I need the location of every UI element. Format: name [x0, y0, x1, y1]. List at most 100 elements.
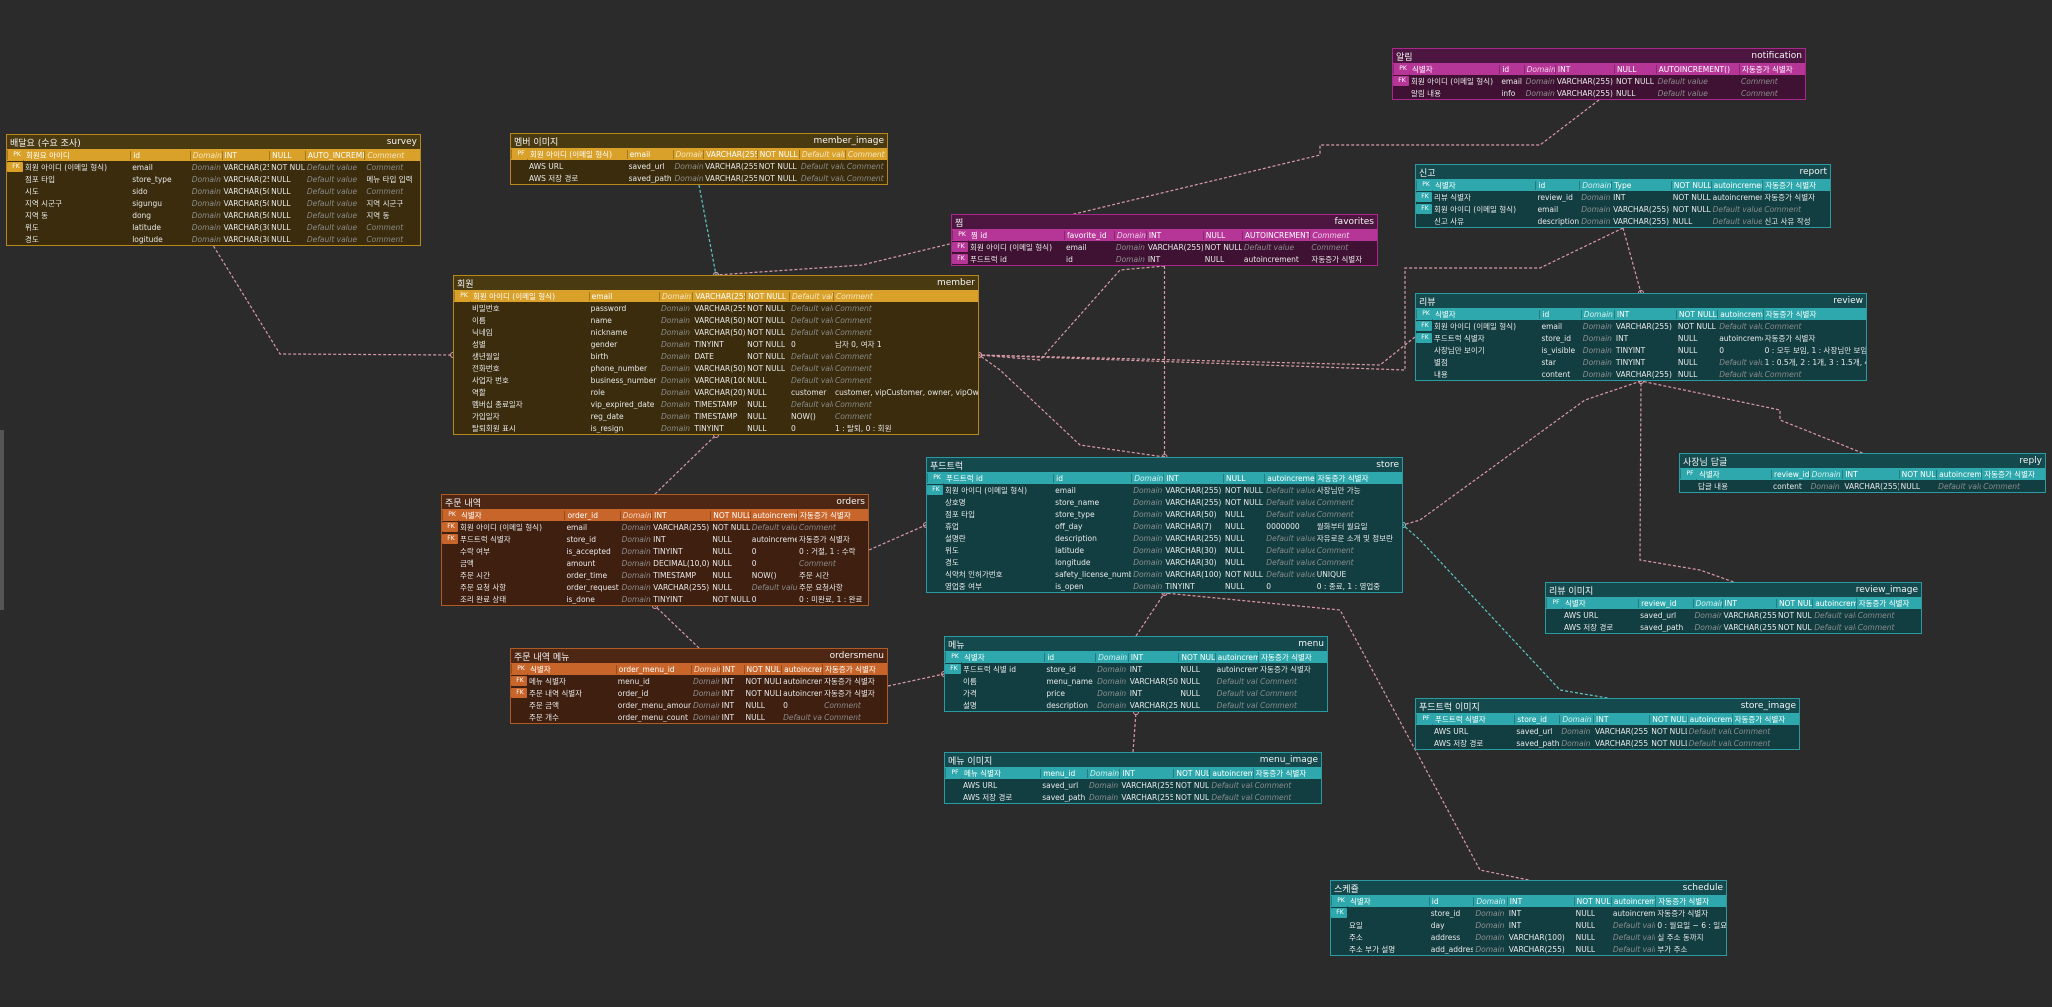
table-row[interactable]: 이름 menu_name Domain VARCHAR(50) NULL Default … — [945, 675, 1327, 687]
table-header[interactable]: 멤버 이미지 member_image — [511, 134, 887, 148]
table-row[interactable]: FK회원 아이디 (이메일 형식)emailDomainVARCHAR(255)… — [927, 484, 1402, 496]
table-row[interactable]: FK회원 아이디 (이메일 형식)emailDomainVARCHAR(255)… — [1416, 203, 1830, 215]
table-row[interactable]: 성별 gender Domain TINYINT NOT NULL 0 남자 0, 여자 1 — [454, 338, 978, 350]
table-row[interactable]: PF식별자review_idDomainINTNOT NULLautoincre… — [1546, 597, 1921, 609]
table-row[interactable]: FK회원 아이디 (이메일 형식)emailDomainVARCHAR(255)… — [442, 521, 868, 533]
table-row[interactable]: 멤버십 종료일자 vip_expired_date Domain TIMESTAMP N… — [454, 398, 978, 410]
table-row[interactable]: FK회원 아이디 (이메일 형식)emailDomainVARCHAR(255)… — [1416, 320, 1866, 332]
table-row[interactable]: 가입일자 reg_date Domain TIMESTAMP NULL NOW() Comm… — [454, 410, 978, 422]
table-row[interactable]: 주문 시간 order_time Domain TIMESTAMP NULL NOW() 주… — [442, 569, 868, 581]
relation-menu-store[interactable] — [1135, 592, 1166, 637]
table-row[interactable]: 이름 name Domain VARCHAR(50) NOT NULL Default v… — [454, 314, 978, 326]
table-row[interactable]: 탈퇴회원 표시 is_resign Domain TINYINT NULL 0 1 : 탈퇴… — [454, 422, 978, 434]
table-store[interactable]: 푸드트럭 store PK 푸드트럭 id id Domain INT NULL autoinc… — [926, 457, 1403, 593]
table-row[interactable]: 조리 완료 상태 is_done Domain TINYINT NOT NULL 0 0 :… — [442, 593, 868, 605]
relation-survey-member[interactable] — [212, 245, 454, 356]
table-row[interactable]: PF메뉴 식별자menu_idDomainINTNOT NULLautoincr… — [945, 767, 1321, 779]
table-row[interactable]: 가격 price DomainINT NULL Default valueComment — [945, 687, 1327, 699]
table-row[interactable]: FK 리뷰 식별자 review_id Domain INT NOT NULL autoin… — [1416, 191, 1830, 203]
table-row[interactable]: FK회원 아이디 (이메일 형식)emailDomainVARCHAR(255)… — [1393, 75, 1805, 87]
table-row[interactable]: AWS 저장 경로 saved_path Domain VARCHAR(255) NOT… — [945, 791, 1321, 803]
table-row[interactable]: 점포 타입 store_type Domain VARCHAR(50) NULL Defa… — [927, 508, 1402, 520]
table-row[interactable]: FK 주문 내역 식별자 order_id Domain INT NOT NULL auto… — [511, 687, 887, 699]
table-row[interactable]: PK회원 아이디 (이메일 형식)emailDomainVARCHAR(255)… — [454, 290, 978, 302]
table-row[interactable]: 상호명 store_name Domain VARCHAR(255) NOT NULL D… — [927, 496, 1402, 508]
table-row[interactable]: 수락 여부 is_accepted Domain TINYINT NULL 0 0 : 거절… — [442, 545, 868, 557]
table-row[interactable]: 비밀번호 password Domain VARCHAR(255) NOT NULL De… — [454, 302, 978, 314]
table-row[interactable]: 내용 content Domain VARCHAR(255) NULL Default v… — [1416, 368, 1866, 380]
table-row[interactable]: AWS URL saved_url Domain VARCHAR(255) NOT NU… — [1416, 725, 1799, 737]
relation-menu_image-menu[interactable] — [1132, 711, 1137, 753]
table-row[interactable]: FK 푸드트럭 식별자 store_id Domain INT NULL autoincre… — [1416, 332, 1866, 344]
table-schedule[interactable]: 스케쥴 schedule PK 식별자 id Domain INT NOT NULL autoi… — [1330, 880, 1727, 956]
table-header[interactable]: 메뉴 이미지 menu_image — [945, 753, 1321, 767]
table-row[interactable]: 금액 amount Domain DECIMAL(10,0) NULL 0 Comment — [442, 557, 868, 569]
table-orders[interactable]: 주문 내역 orders PK 식별자 order_id Domain INT NOT NUL… — [441, 494, 869, 606]
table-row[interactable]: 주문 요청 사항 order_request Domain VARCHAR(255) N… — [442, 581, 868, 593]
left-scroll-indicator[interactable] — [0, 430, 4, 610]
relation-favorites-member[interactable] — [978, 265, 1165, 361]
table-row[interactable]: 알림 내용 info Domain VARCHAR(255) NULL Default v… — [1393, 87, 1805, 99]
table-header[interactable]: 스케쥴 schedule — [1331, 881, 1726, 895]
table-row[interactable]: 시도 sido DomainVARCHAR(50)NULL Default value… — [7, 185, 420, 197]
table-header[interactable]: 푸드트럭 이미지 store_image — [1416, 699, 1799, 713]
table-row[interactable]: 위도 latitude DomainVARCHAR(30)NULL Default v… — [7, 221, 420, 233]
table-row[interactable]: 영업중 여부 is_open Domain TINYINT NULL 0 0 : 종료, 1… — [927, 580, 1402, 592]
relation-report-review[interactable] — [1622, 227, 1642, 294]
table-row[interactable]: PK 식별자 id Domain INT NULL AUTOINCREMENT() 자동증가 … — [1393, 63, 1805, 75]
table-row[interactable]: FK회원 아이디 (이메일 형식)emailDomainVARCHAR(255)… — [952, 241, 1377, 253]
table-row[interactable]: 지역 시군구 sigungu DomainVARCHAR(50)NULL Defaul… — [7, 197, 420, 209]
table-row[interactable]: AWS URL saved_url Domain VARCHAR(255) NOT NU… — [1546, 609, 1921, 621]
table-report[interactable]: 신고 report PK 식별자 id Domain Type NOT NULL autoinc… — [1415, 164, 1831, 228]
relation-ordersmenu-orders[interactable] — [654, 605, 700, 649]
table-notification[interactable]: 알림 notification PK 식별자 id Domain INT NULL AUTOIN… — [1392, 48, 1806, 100]
table-header[interactable]: 리뷰 이미지 review_image — [1546, 583, 1921, 597]
table-row[interactable]: 주문 개수 order_menu_count Domain INT NULL Defaul… — [511, 711, 887, 723]
table-row[interactable]: FK회원 아이디 (이메일 형식)emailDomainVARCHAR(255)… — [7, 161, 420, 173]
relation-store-member[interactable] — [978, 354, 1165, 458]
table-header[interactable]: 푸드트럭 store — [927, 458, 1402, 472]
table-row[interactable]: 사장님만 보이기 is_visible Domain TINYINT NULL 0 0 : … — [1416, 344, 1866, 356]
table-ordersmenu[interactable]: 주문 내역 메뉴 ordersmenu PK 식별자 order_menu_id Doma… — [510, 648, 888, 724]
table-row[interactable]: PK푸드트럭 ididDomainINTNULLautoincrement자동증… — [927, 472, 1402, 484]
relation-reply-review[interactable] — [1640, 380, 1863, 454]
table-row[interactable]: FK 푸드트럭 식별자 store_id Domain INT NULL autoincre… — [442, 533, 868, 545]
table-row[interactable]: 사업자 번호 business_number Domain VARCHAR(100) N… — [454, 374, 978, 386]
table-row[interactable]: 별점 star DomainTINYINT NULL Default value1 : … — [1416, 356, 1866, 368]
relation-orders-store[interactable] — [868, 524, 927, 551]
table-row[interactable]: 역할 role Domain VARCHAR(20) NULL customer custo… — [454, 386, 978, 398]
table-row[interactable]: PK식별자idDomainINTNOT NULLautoincrement자동증… — [1416, 308, 1866, 320]
table-row[interactable]: 설명 description DomainVARCHAR(255)NULL Defau… — [945, 699, 1327, 711]
table-header[interactable]: 찜 favorites — [952, 215, 1377, 229]
table-row[interactable]: FK store_id DomainINT NULL autoincrement자동증가… — [1331, 907, 1726, 919]
table-survey[interactable]: 배달요 (수요 조사) survey PK 회원요 아이디 id Domain INT NUL… — [6, 134, 421, 246]
table-reply[interactable]: 사장님 답글 reply PF 식별자 review_id Domain INT NOT NU… — [1679, 453, 2046, 493]
table-row[interactable]: AWS 저장 경로 saved_path Domain VARCHAR(255) NOT… — [1416, 737, 1799, 749]
table-header[interactable]: 신고 report — [1416, 165, 1830, 179]
table-row[interactable]: PK식별자idDomainINTNOT NULLautoincrement자동증… — [945, 651, 1327, 663]
table-menu[interactable]: 메뉴menuPK식별자idDomainINTNOT NULLautoincrem… — [944, 636, 1328, 712]
table-row[interactable]: 요일 day DomainINT NULL Default value0 : 월요일 ~… — [1331, 919, 1726, 931]
table-row[interactable]: 경도 longitude Domain VARCHAR(30) NULL Default … — [927, 556, 1402, 568]
table-header[interactable]: 알림 notification — [1393, 49, 1805, 63]
table-header[interactable]: 사장님 답글 reply — [1680, 454, 2045, 468]
table-review[interactable]: 리뷰 review PK 식별자 id Domain INT NOT NULL autoincr… — [1415, 293, 1867, 381]
table-row[interactable]: PK회원요 아이디idDomainINTNULLAUTO_INCREMENTCo… — [7, 149, 420, 161]
table-favorites[interactable]: 찜 favorites PK 찜 id favorite_id Domain INT NULL… — [951, 214, 1378, 266]
erd-canvas[interactable]: 배달요 (수요 조사) survey PK 회원요 아이디 id Domain INT NUL… — [0, 0, 2052, 1007]
table-row[interactable]: 신고 사유 description Domain VARCHAR(255) NULL De… — [1416, 215, 1830, 227]
table-row[interactable]: AWS 저장 경로 saved_path Domain VARCHAR(255) NOT… — [511, 172, 887, 184]
table-review_image[interactable]: 리뷰 이미지review_imagePF식별자review_idDomainIN… — [1545, 582, 1922, 634]
table-member[interactable]: 회원 member PK 회원 아이디 (이메일 형식) email Domain VARC… — [453, 275, 979, 435]
table-row[interactable]: 주문 금액 order_menu_amount Domain INT NULL 0 Comm… — [511, 699, 887, 711]
table-row[interactable]: PF 회원 아이디 (이메일 형식) email Domain VARCHAR(255)… — [511, 148, 887, 160]
relation-member_image-member[interactable] — [698, 184, 717, 276]
table-header[interactable]: 리뷰 review — [1416, 294, 1866, 308]
table-row[interactable]: AWS URL saved_url Domain VARCHAR(255) NOT NU… — [511, 160, 887, 172]
table-row[interactable]: FK 메뉴 식별자 menu_id Domain INT NOT NULL autoincr… — [511, 675, 887, 687]
table-row[interactable]: PF식별자review_idDomainINTNOT NULLautoincre… — [1680, 468, 2045, 480]
table-row[interactable]: AWS URL saved_url Domain VARCHAR(255) NOT NU… — [945, 779, 1321, 791]
relation-review-store[interactable] — [1402, 380, 1642, 526]
table-header[interactable]: 주문 내역 orders — [442, 495, 868, 509]
table-row[interactable]: PF 푸드트럭 식별자 store_id Domain INT NOT NULL autoi… — [1416, 713, 1799, 725]
